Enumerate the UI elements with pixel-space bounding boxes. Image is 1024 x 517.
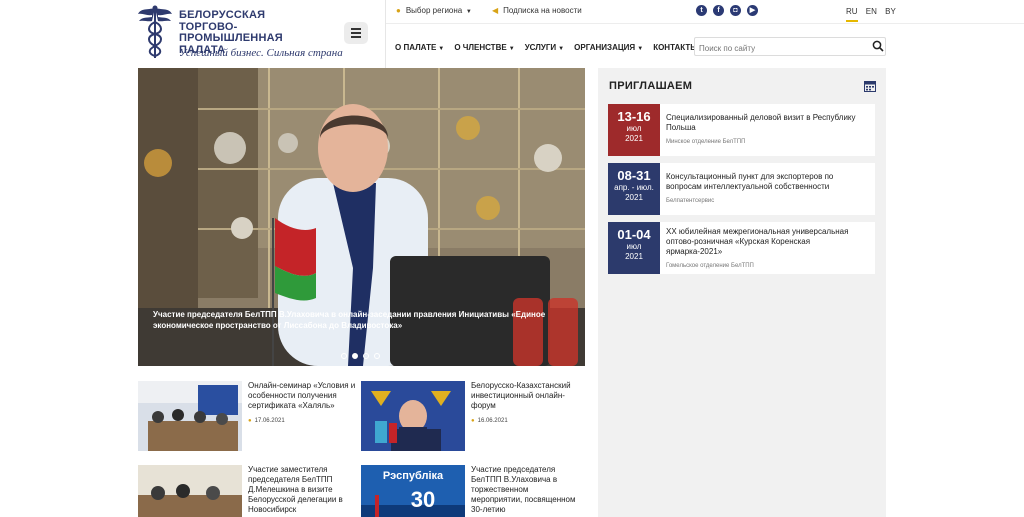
event-organizer: Минское отделение БелТПП	[666, 139, 746, 145]
language-switcher: RU EN BY	[846, 7, 902, 16]
nav-item-label: УСЛУГИ	[524, 43, 557, 52]
event-date-range: 13-16	[617, 109, 651, 124]
nav-item-label: О ЧЛЕНСТВЕ	[454, 43, 507, 52]
event-title: Специализированный деловой визит в Респу…	[666, 113, 866, 147]
hero-slider[interactable]: Участие председателя БелТПП В.Улаховича …	[138, 68, 585, 366]
search-icon[interactable]	[872, 40, 884, 52]
slider-dot[interactable]	[374, 353, 380, 359]
location-pin-icon: ●	[471, 418, 475, 424]
event-date-range: 01-04	[617, 227, 651, 242]
news-title[interactable]: Белорусско-Казахстанский инвестиционный …	[471, 381, 581, 411]
news-title[interactable]: Участие председателя БелТПП В.Улаховича …	[471, 465, 581, 515]
event-card[interactable]: 13-16 июл 2021 Специализированный делово…	[608, 104, 875, 156]
event-month: апр. - июл.	[614, 183, 654, 192]
event-organizer: Гомельское отделение БелТПП	[666, 263, 754, 269]
slider-dot-active[interactable]	[352, 353, 358, 359]
slider-dot[interactable]	[363, 353, 369, 359]
nav-item-label: КОНТАКТЫ	[653, 43, 699, 52]
news-item[interactable]: Онлайн-семинар «Условия и особенности по…	[138, 381, 358, 451]
news-thumbnail	[138, 381, 242, 451]
nav-item-contacts[interactable]: КОНТАКТЫ	[653, 43, 698, 52]
region-label: Выбор региона	[405, 6, 463, 15]
news-thumbnail	[138, 465, 242, 517]
chamber-emblem-icon	[138, 5, 172, 58]
main-nav: О ПАЛАТЕ ▼ О ЧЛЕНСТВЕ ▼ УСЛУГИ ▼ ОРГАНИЗАЦИ…	[395, 41, 705, 53]
event-year: 2021	[625, 252, 643, 261]
subscribe-link[interactable]: ◀ Подписка на новости	[492, 6, 582, 15]
instagram-icon[interactable]: ◘	[730, 5, 741, 16]
lang-ru[interactable]: RU	[846, 7, 858, 16]
event-date-range: 08-31	[617, 168, 651, 183]
event-card[interactable]: 01-04 июл 2021 XX юбилейная межрегиональ…	[608, 222, 875, 274]
news-date-value: 16.06.2021	[477, 418, 508, 424]
nav-item-organization[interactable]: ОРГАНИЗАЦИЯ ▼	[574, 43, 643, 52]
caret-down-icon: ▼	[464, 9, 472, 15]
site-header: БЕЛОРУССКАЯ ТОРГОВО-ПРОМЫШЛЕННАЯ ПАЛАТА …	[0, 0, 1024, 68]
nav-item-label: О ПАЛАТЕ	[395, 43, 437, 52]
slider-dots	[341, 350, 385, 362]
news-date: ● 16.06.2021	[471, 418, 508, 424]
twitter-icon[interactable]: t	[696, 5, 707, 16]
event-date-block: 01-04 июл 2021	[608, 222, 660, 274]
news-item[interactable]: Участие заместителя председателя БелТПП …	[138, 465, 358, 517]
top-bar: ● Выбор региона ▼ ◀ Подписка на новости	[386, 0, 886, 23]
youtube-icon[interactable]: ▶	[747, 5, 758, 16]
logo-slogan: Успешный бизнес. Сильная страна	[179, 47, 343, 59]
event-year: 2021	[625, 134, 643, 143]
news-title[interactable]: Участие заместителя председателя БелТПП …	[248, 465, 358, 515]
nav-item-label: ОРГАНИЗАЦИЯ	[574, 43, 636, 52]
nav-item-membership[interactable]: О ЧЛЕНСТВЕ ▼	[454, 43, 514, 52]
event-title-text: Консультационный пункт для экспортеров п…	[666, 172, 834, 191]
search-input[interactable]	[694, 37, 886, 56]
megaphone-icon: ◀	[492, 6, 499, 15]
hamburger-menu-button[interactable]	[344, 22, 368, 44]
events-panel: ПРИГЛАШАЕМ 13-16 июл 2021 Специализирова…	[598, 68, 886, 517]
news-item[interactable]: Белорусско-Казахстанский инвестиционный …	[361, 381, 581, 451]
event-title-text: Специализированный деловой визит в Респу…	[666, 113, 856, 132]
event-month: июл	[626, 242, 642, 251]
location-pin-icon: ●	[396, 6, 401, 15]
events-panel-title: ПРИГЛАШАЕМ	[609, 80, 693, 92]
caret-down-icon: ▼	[558, 46, 565, 52]
event-card[interactable]: 08-31 апр. - июл. 2021 Консультационный …	[608, 163, 875, 215]
event-organizer: Белпатентсервис	[666, 198, 715, 204]
hero-caption[interactable]: Участие председателя БелТПП В.Улаховича …	[153, 309, 573, 331]
news-thumbnail	[361, 381, 465, 451]
caret-down-icon: ▼	[508, 46, 515, 52]
svg-text:Рэспублiка: Рэспублiка	[383, 470, 444, 482]
news-thumbnail: Рэспублiка 30	[361, 465, 465, 517]
facebook-icon[interactable]: f	[713, 5, 724, 16]
nav-item-services[interactable]: УСЛУГИ ▼	[525, 43, 564, 52]
slider-dot[interactable]	[341, 353, 347, 359]
subscribe-label: Подписка на новости	[503, 6, 582, 15]
topbar-divider	[386, 23, 1024, 24]
lang-by[interactable]: BY	[885, 7, 896, 16]
svg-text:30: 30	[411, 487, 435, 512]
lang-en[interactable]: EN	[866, 7, 877, 16]
calendar-icon[interactable]	[864, 80, 876, 92]
event-date-block: 13-16 июл 2021	[608, 104, 660, 156]
caret-down-icon: ▼	[438, 46, 445, 52]
news-date: ● 17.06.2021	[248, 418, 285, 424]
event-year: 2021	[625, 193, 643, 202]
location-pin-icon: ●	[248, 418, 252, 424]
event-title-text: XX юбилейная межрегиональная универсальн…	[666, 227, 849, 256]
event-title: Консультационный пункт для экспортеров п…	[666, 172, 866, 206]
news-item[interactable]: Рэспублiка 30 Участие председателя БелТП…	[361, 465, 581, 517]
region-selector[interactable]: ● Выбор региона ▼	[396, 6, 472, 15]
news-date-value: 17.06.2021	[254, 418, 285, 424]
event-month: июл	[626, 124, 642, 133]
event-title: XX юбилейная межрегиональная универсальн…	[666, 227, 866, 271]
news-title[interactable]: Онлайн-семинар «Условия и особенности по…	[248, 381, 358, 411]
event-date-block: 08-31 апр. - июл. 2021	[608, 163, 660, 215]
logo-title-line: БЕЛОРУССКАЯ	[179, 9, 266, 21]
caret-down-icon: ▼	[637, 46, 644, 52]
nav-item-about[interactable]: О ПАЛАТЕ ▼	[395, 43, 444, 52]
logo-title-line: ТОРГОВО-ПРОМЫШЛЕННАЯ	[179, 20, 283, 44]
